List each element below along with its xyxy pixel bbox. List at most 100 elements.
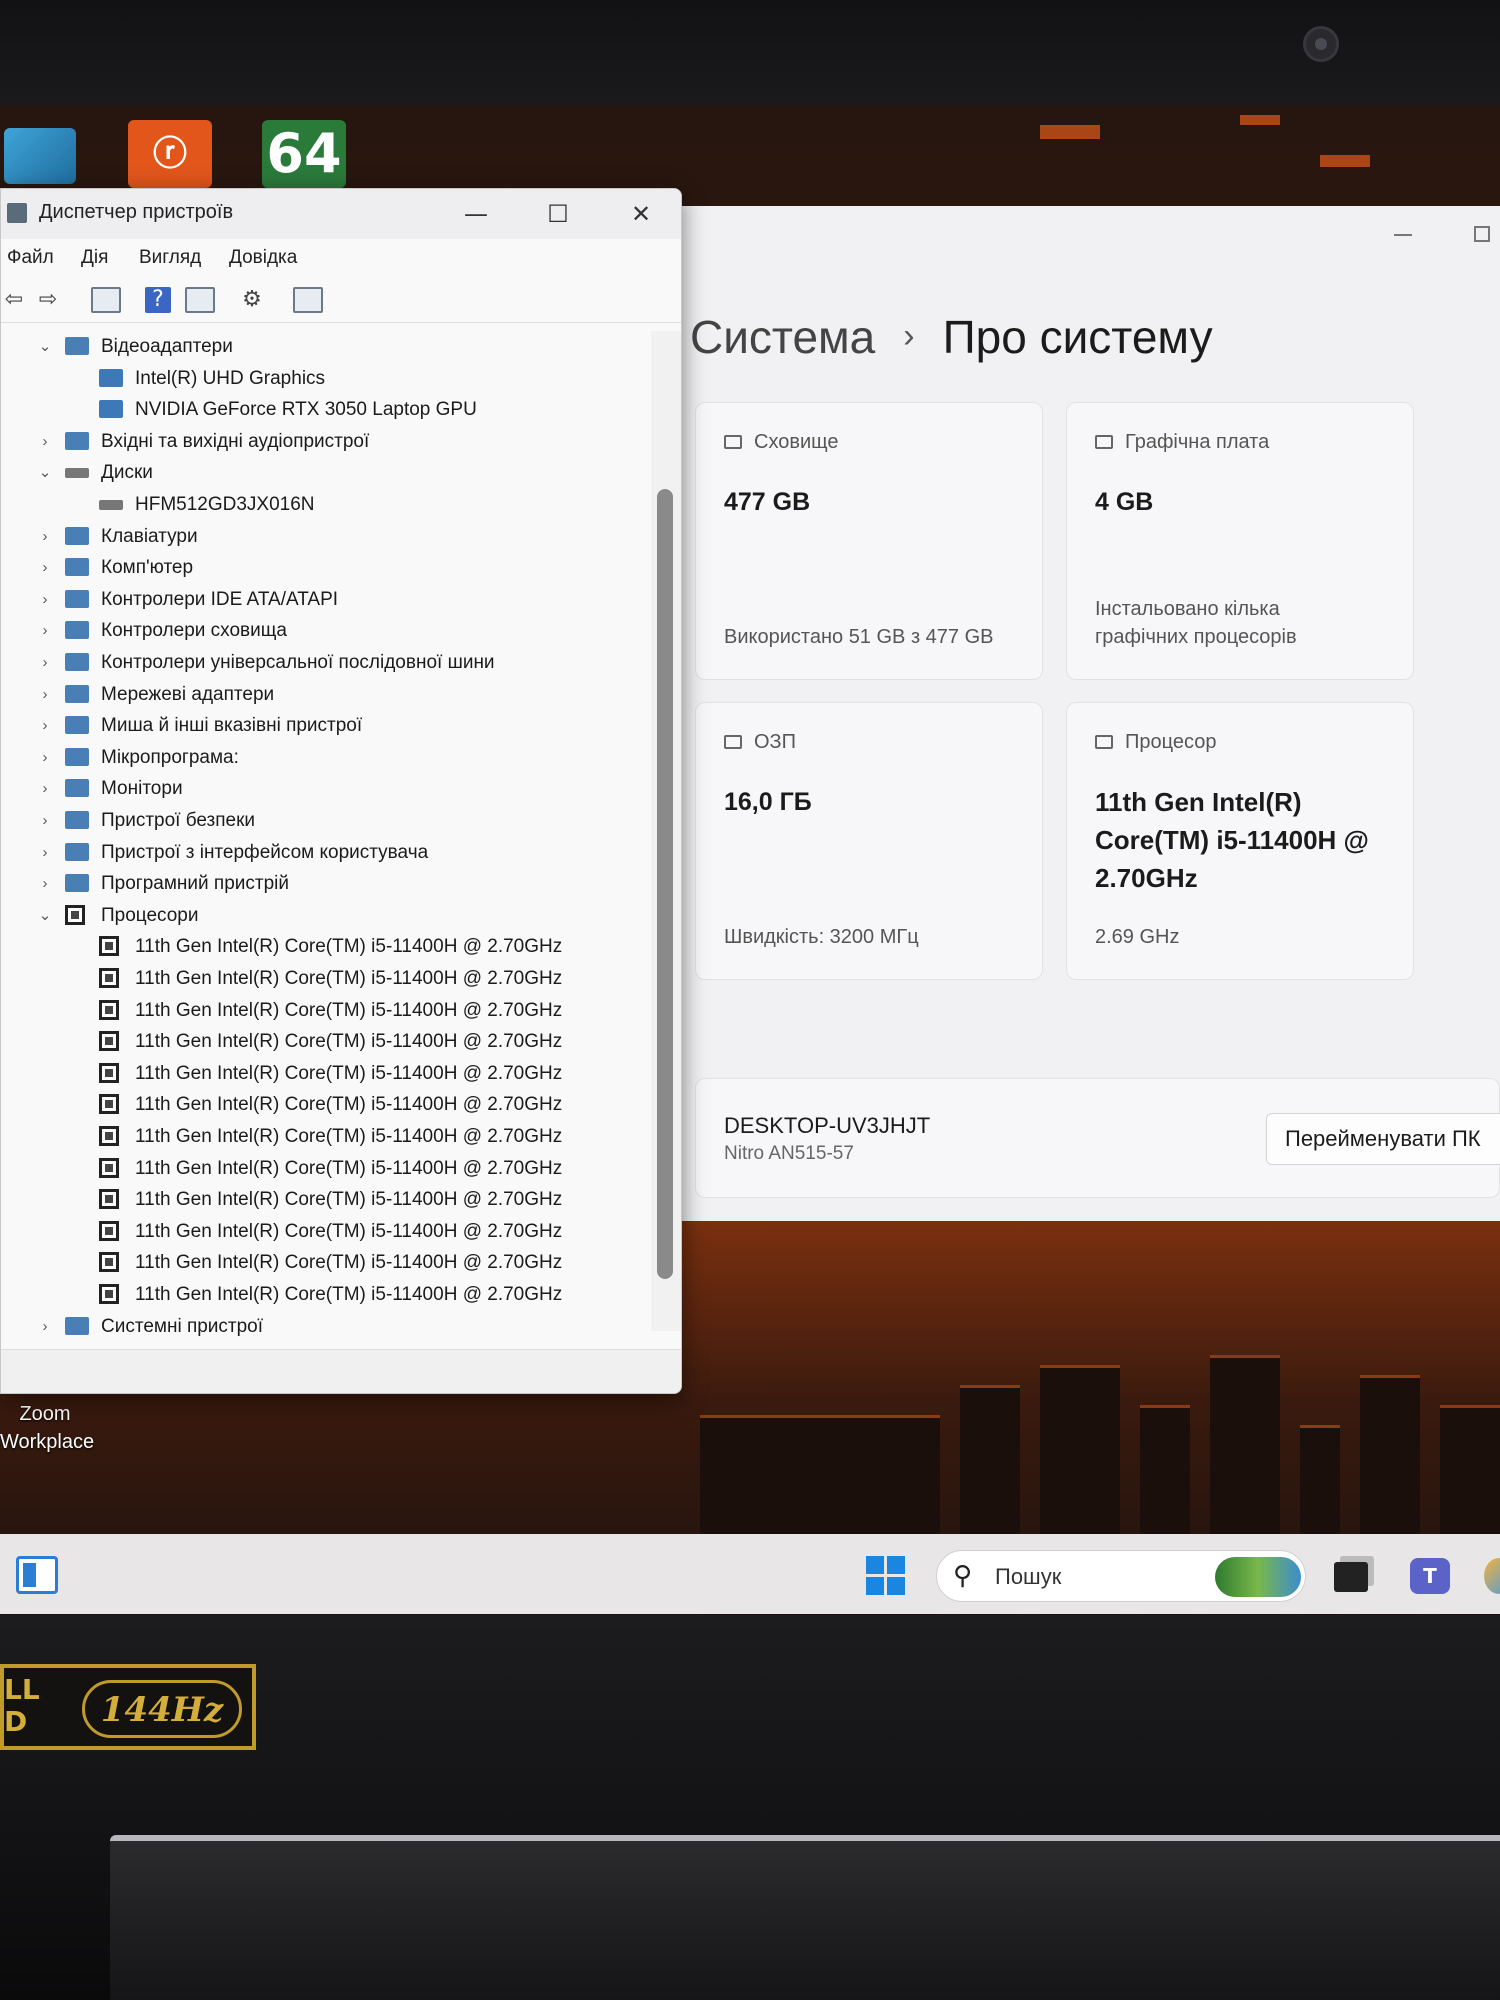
windows-logo-quad bbox=[887, 1556, 905, 1574]
tree-category-row[interactable]: › Клавіатури bbox=[1, 521, 651, 552]
tree-device-row[interactable]: 11th Gen Intel(R) Core(TM) i5-11400H @ 2… bbox=[1, 1184, 651, 1215]
tree-item-label: 11th Gen Intel(R) Core(TM) i5-11400H @ 2… bbox=[135, 1284, 563, 1305]
chevron-right-icon[interactable]: › bbox=[37, 584, 53, 615]
tree-category-row[interactable]: › Комп'ютер bbox=[1, 552, 651, 583]
tree-category-row[interactable]: › Пристрої з інтерфейсом користувача bbox=[1, 837, 651, 868]
tree-category-row[interactable]: › Програмний пристрій bbox=[1, 868, 651, 899]
tree-category-row[interactable]: › Мікропрограма: bbox=[1, 742, 651, 773]
tree-item-label: Мережеві адаптери bbox=[101, 684, 275, 705]
show-hide-console-icon[interactable] bbox=[91, 287, 121, 313]
menu-view[interactable]: Вигляд bbox=[139, 247, 201, 269]
tree-device-row[interactable]: 11th Gen Intel(R) Core(TM) i5-11400H @ 2… bbox=[1, 1026, 651, 1057]
graphics-card[interactable]: Графічна плата 4 GB Інстальовано кілька … bbox=[1066, 402, 1414, 680]
cpu-icon bbox=[99, 1252, 119, 1272]
tree-device-row[interactable]: Intel(R) UHD Graphics bbox=[1, 363, 651, 394]
taskbar-search-box[interactable]: ⚲ Пошук bbox=[936, 1550, 1306, 1602]
storage-header-label: Сховище bbox=[754, 431, 839, 453]
cpu-icon bbox=[99, 936, 119, 956]
chevron-right-icon[interactable]: › bbox=[37, 647, 53, 678]
device-name: DESKTOP-UV3JHJT bbox=[724, 1113, 931, 1138]
chevron-right-icon[interactable]: › bbox=[37, 773, 53, 804]
start-button[interactable] bbox=[866, 1556, 906, 1596]
tree-device-row[interactable]: 11th Gen Intel(R) Core(TM) i5-11400H @ 2… bbox=[1, 995, 651, 1026]
tree-device-row[interactable]: 11th Gen Intel(R) Core(TM) i5-11400H @ 2… bbox=[1, 1089, 651, 1120]
monitor-icon[interactable] bbox=[293, 287, 323, 313]
tree-device-row[interactable]: HFM512GD3JX016N bbox=[1, 489, 651, 520]
chevron-down-icon[interactable]: ⌄ bbox=[37, 900, 53, 931]
chevron-right-icon[interactable]: › bbox=[37, 742, 53, 773]
tree-device-row[interactable]: 11th Gen Intel(R) Core(TM) i5-11400H @ 2… bbox=[1, 1216, 651, 1247]
close-button[interactable]: ✕ bbox=[606, 193, 676, 235]
tree-category-row[interactable]: › Пристрої безпеки bbox=[1, 805, 651, 836]
widgets-icon[interactable] bbox=[16, 1556, 58, 1594]
chevron-right-icon[interactable]: › bbox=[37, 1311, 53, 1342]
ram-card[interactable]: ОЗП 16,0 ГБ Швидкість: 3200 МГц bbox=[695, 702, 1043, 980]
rename-pc-button[interactable]: Перейменувати ПК bbox=[1266, 1113, 1500, 1165]
aida64-app-icon[interactable]: 64 bbox=[262, 120, 346, 188]
scrollbar-thumb[interactable] bbox=[657, 489, 673, 1279]
processor-value-line2: Core(TM) i5-11400H @ bbox=[1095, 825, 1369, 855]
tree-category-row[interactable]: ⌄ Диски bbox=[1, 457, 651, 488]
copilot-icon[interactable] bbox=[1484, 1558, 1500, 1594]
scan-hardware-icon[interactable]: ⚙ bbox=[237, 287, 267, 313]
tree-category-row[interactable]: › Монітори bbox=[1, 773, 651, 804]
storage-card[interactable]: Сховище 477 GB Використано 51 GB з 477 G… bbox=[695, 402, 1043, 680]
maximize-button[interactable]: ☐ bbox=[523, 193, 593, 235]
teams-icon[interactable]: T bbox=[1410, 1558, 1450, 1594]
minimize-button[interactable]: — bbox=[441, 193, 511, 235]
tree-category-row[interactable]: › Контролери IDE ATA/ATAPI bbox=[1, 584, 651, 615]
tree-item-label: 11th Gen Intel(R) Core(TM) i5-11400H @ 2… bbox=[135, 1063, 563, 1084]
tree-item-label: Комп'ютер bbox=[101, 557, 194, 578]
back-arrow-icon[interactable]: ⇦ bbox=[1, 287, 27, 313]
reader-app-icon[interactable]: ⓡ bbox=[128, 120, 212, 188]
chevron-right-icon[interactable]: › bbox=[37, 615, 53, 646]
chevron-down-icon[interactable]: ⌄ bbox=[37, 457, 53, 488]
sticker-144hz-text: 144Hz bbox=[82, 1680, 242, 1738]
tree-item-label: Контролери сховища bbox=[101, 620, 287, 641]
storage-controller-icon bbox=[65, 621, 89, 639]
task-view-icon[interactable] bbox=[1334, 1562, 1368, 1592]
chevron-down-icon[interactable]: ⌄ bbox=[37, 331, 53, 362]
chevron-right-icon[interactable]: › bbox=[37, 426, 53, 457]
chevron-right-icon[interactable]: › bbox=[37, 679, 53, 710]
tree-category-row[interactable]: › Контролери сховища bbox=[1, 615, 651, 646]
menu-action[interactable]: Дія bbox=[81, 247, 108, 269]
tree-category-row[interactable]: ⌄ Відеоадаптери bbox=[1, 331, 651, 362]
tree-category-row[interactable]: › Контролери універсальної послідовної ши… bbox=[1, 647, 651, 678]
menu-file[interactable]: Файл bbox=[7, 247, 54, 269]
tree-category-row[interactable]: › Мережеві адаптери bbox=[1, 679, 651, 710]
tree-device-row[interactable]: 11th Gen Intel(R) Core(TM) i5-11400H @ 2… bbox=[1, 1058, 651, 1089]
breadcrumb-system[interactable]: Система bbox=[690, 311, 875, 363]
tree-category-row[interactable]: › Вхідні та вихідні аудіопристрої bbox=[1, 426, 651, 457]
zoom-workplace-shortcut[interactable]: Zoom Workplace bbox=[0, 1400, 94, 1456]
chevron-right-icon[interactable]: › bbox=[37, 552, 53, 583]
ram-value: 16,0 ГБ bbox=[724, 788, 812, 816]
tree-category-row[interactable]: ⌄ Процесори bbox=[1, 900, 651, 931]
chevron-right-icon[interactable]: › bbox=[37, 710, 53, 741]
help-icon[interactable]: ? bbox=[145, 287, 171, 313]
tree-device-row[interactable]: NVIDIA GeForce RTX 3050 Laptop GPU bbox=[1, 394, 651, 425]
tree-category-row[interactable]: › Миша й інші вказівні пристрої bbox=[1, 710, 651, 741]
tree-category-row[interactable]: › Системні пристрої bbox=[1, 1311, 651, 1342]
wallpaper-light bbox=[1240, 115, 1280, 125]
processor-speed: 2.69 GHz bbox=[1095, 926, 1180, 948]
tree-device-row[interactable]: 11th Gen Intel(R) Core(TM) i5-11400H @ 2… bbox=[1, 1279, 651, 1310]
processor-card[interactable]: Процесор 11th Gen Intel(R) Core(TM) i5-1… bbox=[1066, 702, 1414, 980]
chevron-right-icon[interactable]: › bbox=[37, 805, 53, 836]
tree-device-row[interactable]: 11th Gen Intel(R) Core(TM) i5-11400H @ 2… bbox=[1, 963, 651, 994]
tree-device-row[interactable]: 11th Gen Intel(R) Core(TM) i5-11400H @ 2… bbox=[1, 931, 651, 962]
tree-device-row[interactable]: 11th Gen Intel(R) Core(TM) i5-11400H @ 2… bbox=[1, 1247, 651, 1278]
tree-device-row[interactable]: 11th Gen Intel(R) Core(TM) i5-11400H @ 2… bbox=[1, 1153, 651, 1184]
menu-help[interactable]: Довідка bbox=[229, 247, 297, 269]
properties-icon[interactable] bbox=[185, 287, 215, 313]
processor-value-line3: 2.70GHz bbox=[1095, 863, 1198, 893]
chevron-right-icon[interactable]: › bbox=[37, 837, 53, 868]
settings-maximize-button[interactable] bbox=[1474, 226, 1490, 242]
settings-minimize-button[interactable] bbox=[1394, 234, 1412, 236]
chevron-right-icon[interactable]: › bbox=[37, 521, 53, 552]
tree-item-label: Мікропрограма: bbox=[101, 747, 239, 768]
tree-device-row[interactable]: 11th Gen Intel(R) Core(TM) i5-11400H @ 2… bbox=[1, 1121, 651, 1152]
forward-arrow-icon[interactable]: ⇨ bbox=[35, 287, 61, 313]
desktop-app-icon[interactable] bbox=[4, 128, 76, 184]
chevron-right-icon[interactable]: › bbox=[37, 868, 53, 899]
